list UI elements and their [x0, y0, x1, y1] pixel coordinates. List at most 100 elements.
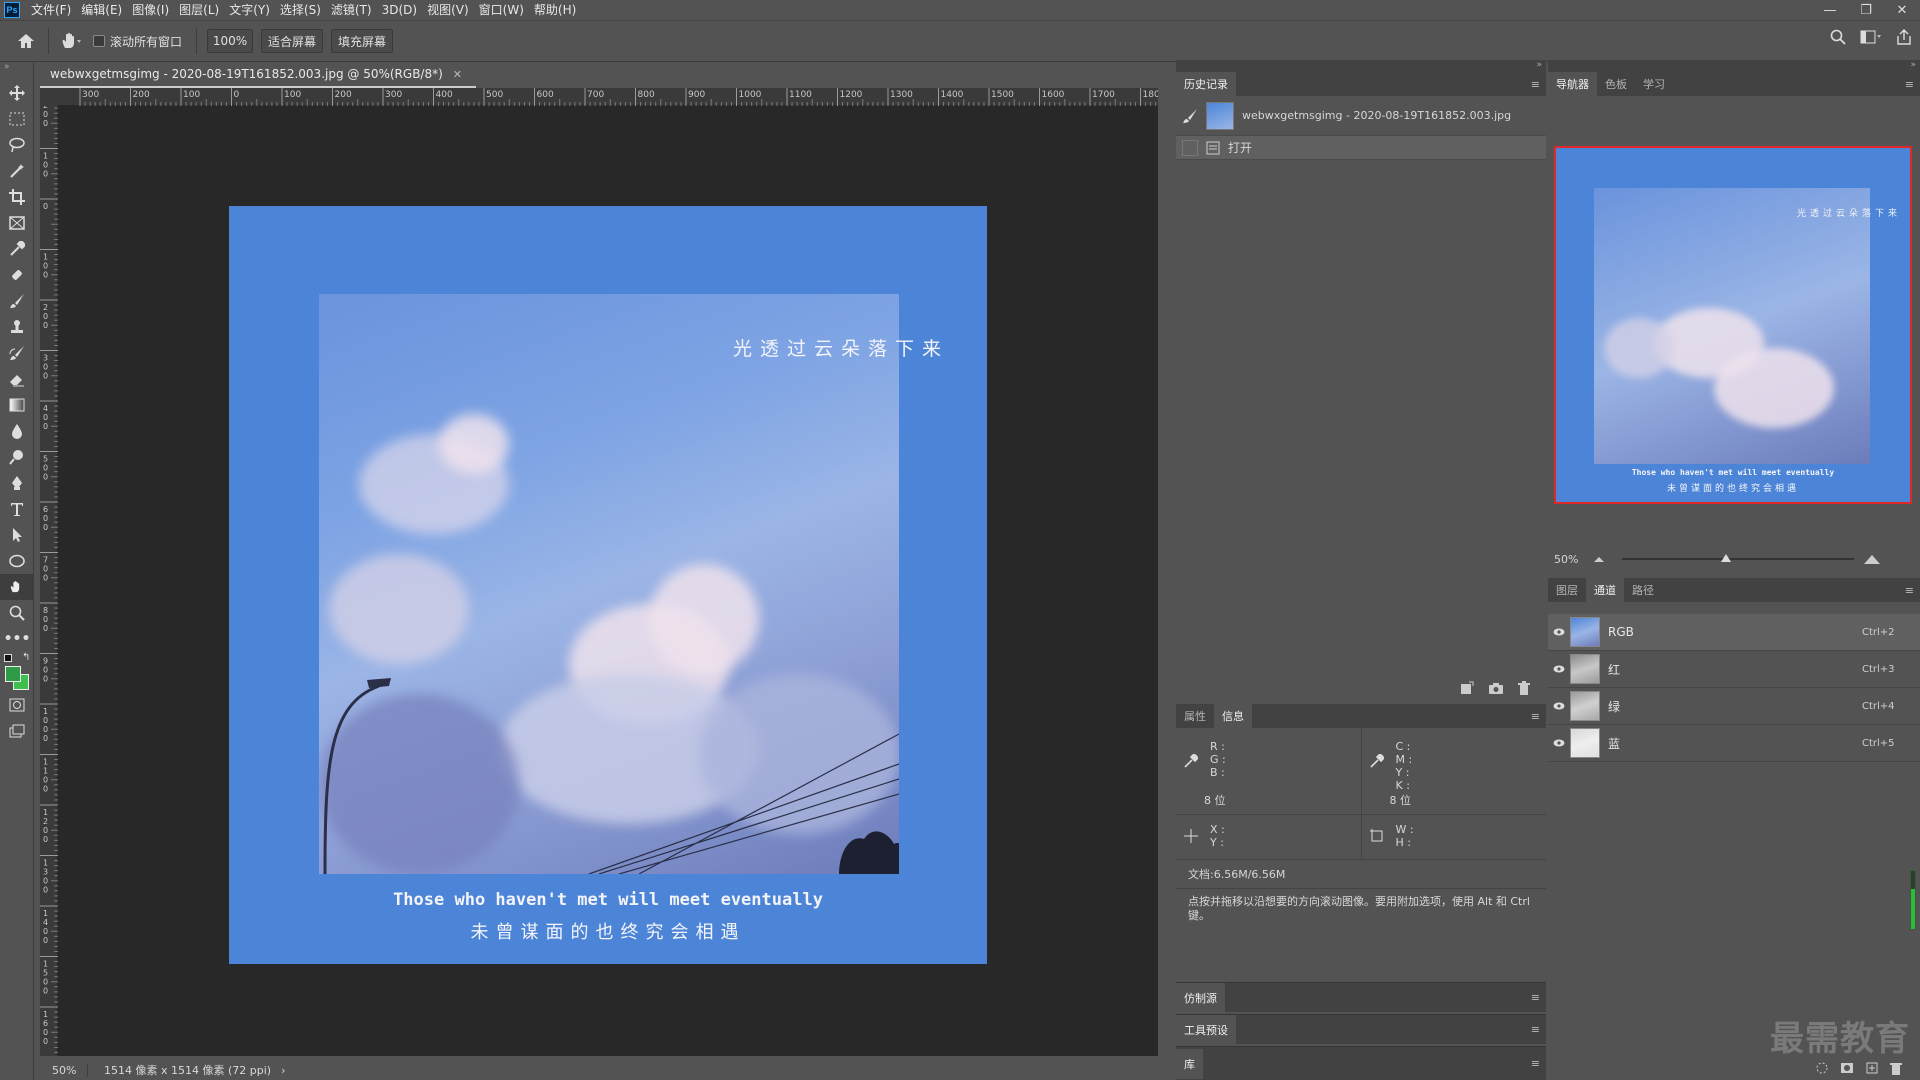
tab-history[interactable]: 历史记录 — [1176, 72, 1236, 96]
marquee-tool-icon[interactable] — [0, 106, 34, 132]
swap-colors-icon[interactable]: ↰ — [22, 652, 30, 663]
history-step[interactable]: 打开 — [1176, 136, 1546, 160]
menu-image[interactable]: 图像(I) — [127, 0, 174, 20]
eyedropper-tool-icon[interactable] — [0, 236, 34, 262]
screen-mode-icon[interactable] — [0, 718, 34, 744]
home-icon[interactable] — [10, 26, 42, 56]
path-selection-tool-icon[interactable] — [0, 522, 34, 548]
panel-menu-icon[interactable]: ≡ — [1531, 710, 1540, 723]
vertical-ruler[interactable]: 2001000100200300400500600700800900100011… — [40, 97, 58, 1056]
new-channel-icon[interactable] — [1866, 1062, 1878, 1074]
foreground-color-swatch[interactable] — [5, 666, 21, 682]
menu-3d[interactable]: 3D(D) — [377, 0, 422, 20]
menu-window[interactable]: 窗口(W) — [474, 0, 529, 20]
checkbox-box[interactable] — [93, 35, 105, 47]
type-tool-icon[interactable] — [0, 496, 34, 522]
tab-paths[interactable]: 路径 — [1624, 578, 1662, 602]
close-tab-icon[interactable]: ✕ — [453, 68, 462, 81]
magic-wand-tool-icon[interactable] — [0, 158, 34, 184]
lasso-tool-icon[interactable] — [0, 132, 34, 158]
status-zoom[interactable]: 50% — [40, 1063, 88, 1077]
eyedropper-icon[interactable] — [1184, 754, 1198, 768]
navigator-zoom-slider[interactable] — [1622, 554, 1854, 562]
search-icon[interactable] — [1830, 29, 1846, 45]
zoom-tool-icon[interactable] — [0, 600, 34, 626]
tab-navigator[interactable]: 导航器 — [1548, 72, 1597, 96]
tab-layers[interactable]: 图层 — [1548, 578, 1586, 602]
restore-icon[interactable]: ❐ — [1848, 0, 1884, 20]
tab-learn[interactable]: 学习 — [1635, 72, 1673, 96]
panel-menu-icon[interactable]: ≡ — [1531, 78, 1540, 91]
panel-collapse-strip[interactable]: » — [1176, 60, 1546, 72]
history-step-checkbox[interactable] — [1182, 139, 1198, 156]
load-selection-icon[interactable] — [1816, 1062, 1828, 1074]
panel-menu-icon[interactable]: ≡ — [1531, 991, 1540, 1004]
menu-filter[interactable]: 滤镜(T) — [326, 0, 377, 20]
menu-file[interactable]: 文件(F) — [26, 0, 76, 20]
channel-row-rgb[interactable]: RGB Ctrl+2 — [1548, 614, 1920, 651]
quick-mask-icon[interactable] — [0, 692, 34, 718]
panel-menu-icon[interactable]: ≡ — [1531, 1057, 1540, 1070]
history-brush-tool-icon[interactable] — [0, 340, 34, 366]
scroll-all-windows-checkbox[interactable]: 滚动所有窗口 — [93, 33, 182, 50]
workspace-icon[interactable] — [1860, 30, 1882, 44]
scroll-indicator[interactable] — [1910, 870, 1916, 930]
ellipse-tool-icon[interactable] — [0, 548, 34, 574]
navigator-preview[interactable]: 光透过云朵落下来 Those who haven't met will meet… — [1554, 146, 1912, 504]
channel-row-blue[interactable]: 蓝 Ctrl+5 — [1548, 725, 1920, 762]
frame-tool-icon[interactable] — [0, 210, 34, 236]
status-arrow-icon[interactable]: › — [281, 1064, 285, 1077]
visibility-eye-icon[interactable] — [1548, 739, 1570, 747]
brush-tool-icon[interactable] — [0, 288, 34, 314]
default-colors-icon[interactable] — [4, 654, 12, 662]
menu-edit[interactable]: 编辑(E) — [76, 0, 127, 20]
panel-menu-icon[interactable]: ≡ — [1905, 78, 1914, 91]
eraser-tool-icon[interactable] — [0, 366, 34, 392]
toolbar-collapse-icon[interactable]: » — [0, 62, 33, 80]
menu-help[interactable]: 帮助(H) — [529, 0, 581, 20]
tab-properties[interactable]: 属性 — [1176, 704, 1214, 728]
new-document-from-state-icon[interactable] — [1460, 681, 1474, 695]
share-icon[interactable] — [1896, 29, 1912, 45]
trash-icon[interactable] — [1518, 681, 1530, 695]
menu-view[interactable]: 视图(V) — [422, 0, 474, 20]
fit-screen-button[interactable]: 适合屏幕 — [261, 29, 324, 53]
minimize-icon[interactable]: — — [1812, 0, 1848, 20]
visibility-eye-icon[interactable] — [1548, 665, 1570, 673]
tab-libraries[interactable]: 库 — [1176, 1048, 1203, 1079]
document-image[interactable]: 光透过云朵落下来 Those who haven't met will meet… — [229, 206, 987, 964]
hand-tool-preset-icon[interactable] — [55, 26, 87, 56]
pen-tool-icon[interactable] — [0, 470, 34, 496]
camera-icon[interactable] — [1488, 681, 1504, 695]
close-icon[interactable]: ✕ — [1884, 0, 1920, 20]
eyedropper-icon[interactable] — [1369, 754, 1384, 768]
menu-layer[interactable]: 图层(L) — [174, 0, 224, 20]
dodge-tool-icon[interactable] — [0, 444, 34, 470]
history-brush-source-icon[interactable] — [1182, 108, 1198, 124]
visibility-eye-icon[interactable] — [1548, 702, 1570, 710]
clone-stamp-tool-icon[interactable] — [0, 314, 34, 340]
ruler-origin[interactable] — [40, 88, 58, 106]
menu-type[interactable]: 文字(Y) — [224, 0, 275, 20]
crop-tool-icon[interactable] — [0, 184, 34, 210]
channel-row-red[interactable]: 红 Ctrl+3 — [1548, 651, 1920, 688]
channel-row-green[interactable]: 绿 Ctrl+4 — [1548, 688, 1920, 725]
navigator-zoom-value[interactable]: 50% — [1554, 553, 1594, 566]
menu-select[interactable]: 选择(S) — [275, 0, 326, 20]
visibility-eye-icon[interactable] — [1548, 628, 1570, 636]
history-snapshot[interactable]: webwxgetmsgimg - 2020-08-19T161852.003.j… — [1176, 96, 1546, 136]
horizontal-ruler[interactable]: 300 200 100 0 100 200 300 400 500 600 700 800 900 100… — [58, 88, 1187, 106]
canvas-area[interactable]: 光透过云朵落下来 Those who haven't met will meet… — [58, 106, 1158, 1056]
zoom-100-button[interactable]: 100% — [207, 29, 254, 53]
tab-info[interactable]: 信息 — [1214, 704, 1252, 728]
more-tools-icon[interactable]: ••• — [0, 626, 34, 652]
tab-clone-source[interactable]: 仿制源 — [1176, 982, 1225, 1013]
gradient-tool-icon[interactable] — [0, 392, 34, 418]
tab-swatches[interactable]: 色板 — [1597, 72, 1635, 96]
blur-tool-icon[interactable] — [0, 418, 34, 444]
tab-tool-presets[interactable]: 工具预设 — [1176, 1014, 1236, 1045]
zoom-in-icon[interactable] — [1864, 554, 1880, 564]
panel-collapse-strip[interactable]: » — [1548, 60, 1920, 72]
move-tool-icon[interactable] — [0, 80, 34, 106]
zoom-slider-knob[interactable] — [1721, 554, 1732, 562]
